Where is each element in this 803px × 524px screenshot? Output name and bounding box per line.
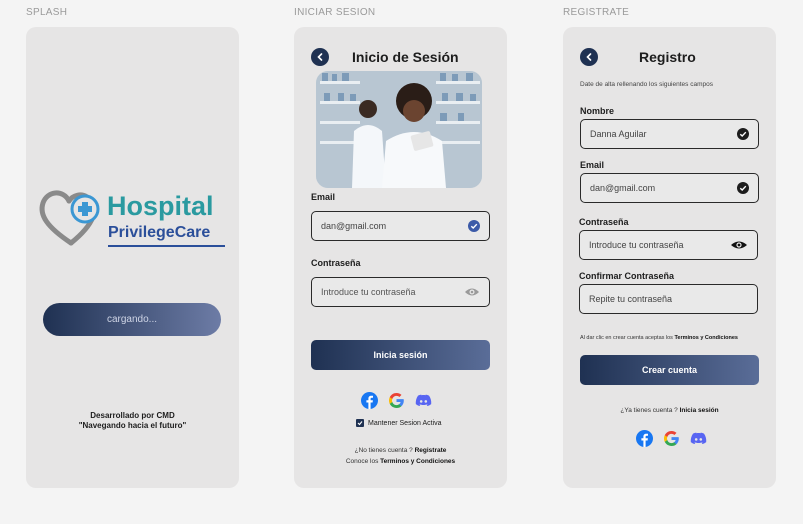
register-frame-label: REGISTRATE	[563, 7, 630, 18]
password-label: Contraseña	[579, 217, 629, 227]
credits-line1: Desarrollado por CMD	[90, 411, 175, 420]
register-terms-link[interactable]: Terminos y Condiciones	[674, 335, 737, 341]
no-account-row: ¿No tienes cuenta ? Registrate	[294, 447, 507, 454]
check-circle-icon	[737, 182, 749, 194]
login-title: Inicio de Sesión	[352, 49, 459, 65]
loading-bar: cargando...	[43, 303, 221, 336]
social-login-row	[361, 392, 432, 409]
terms-row: Conoce los Terminos y Condiciones	[294, 458, 507, 465]
login-link[interactable]: Inicia sesión	[680, 407, 719, 414]
password-placeholder: Introduce tu contraseña	[589, 240, 684, 250]
hospital-logo: Hospital PrivilegeCare	[37, 187, 227, 251]
facebook-icon[interactable]	[361, 392, 378, 409]
name-value: Danna Aguilar	[590, 129, 647, 139]
back-button[interactable]	[580, 48, 598, 66]
register-link[interactable]: Registrate	[415, 447, 447, 454]
have-account-text: ¿Ya tienes cuenta ?	[620, 407, 678, 414]
remember-checkbox[interactable]	[356, 419, 364, 427]
social-register-row	[636, 430, 707, 447]
register-screen: Registro Date de alta rellenando los sig…	[563, 27, 776, 488]
credits: Desarrollado por CMD "Navegando hacia el…	[26, 411, 239, 431]
email-field[interactable]: dan@gmail.com	[580, 173, 759, 203]
discord-icon[interactable]	[690, 430, 707, 447]
register-terms-row: Al dar clic en crear cuenta aceptas los …	[580, 335, 738, 341]
email-value: dan@gmail.com	[590, 183, 656, 193]
back-button[interactable]	[311, 48, 329, 66]
password-placeholder: Introduce tu contraseña	[321, 287, 416, 297]
logo-privilegecare-text: PrivilegeCare	[108, 224, 211, 241]
email-value: dan@gmail.com	[321, 221, 387, 231]
terms-link[interactable]: Terminos y Condiciones	[380, 458, 455, 465]
google-icon[interactable]	[663, 430, 680, 447]
heart-cross-icon	[39, 190, 100, 246]
confirm-password-label: Confirmar Contraseña	[579, 271, 675, 281]
name-label: Nombre	[580, 106, 615, 116]
register-title: Registro	[639, 49, 696, 65]
chevron-left-icon	[586, 53, 592, 61]
eye-icon[interactable]	[730, 240, 748, 250]
confirm-password-placeholder: Repite tu contraseña	[589, 294, 673, 304]
pharmacy-photo	[316, 71, 482, 188]
splash-frame-label: SPLASH	[26, 7, 68, 18]
no-account-text: ¿No tienes cuenta ?	[354, 447, 413, 454]
chevron-left-icon	[317, 53, 323, 61]
logo-underline	[108, 245, 225, 247]
check-icon	[357, 421, 363, 426]
have-account-row: ¿Ya tienes cuenta ? Inicia sesión	[563, 407, 776, 414]
email-label: Email	[580, 160, 605, 170]
password-field[interactable]: Introduce tu contraseña	[579, 230, 758, 260]
logo-hospital-text: Hospital	[107, 191, 214, 221]
terms-prefix: Conoce los	[345, 458, 379, 465]
login-frame-label: INICIAR SESION	[294, 7, 376, 18]
login-button[interactable]: Inicia sesión	[311, 340, 490, 370]
password-field[interactable]: Introduce tu contraseña	[311, 277, 490, 307]
credits-line2: "Navegando hacia el futuro"	[78, 421, 187, 430]
name-field[interactable]: Danna Aguilar	[580, 119, 759, 149]
email-label: Email	[311, 192, 336, 202]
check-circle-icon	[737, 128, 749, 140]
confirm-password-field[interactable]: Repite tu contraseña	[579, 284, 758, 314]
splash-screen: Hospital PrivilegeCare cargando... Desar…	[26, 27, 239, 488]
eye-icon[interactable]	[464, 287, 480, 297]
register-subtitle: Date de alta rellenando los siguientes c…	[580, 81, 713, 88]
discord-icon[interactable]	[415, 392, 432, 409]
remember-row[interactable]: Mantener Sesion Activa	[356, 419, 442, 427]
check-circle-icon	[468, 220, 480, 232]
register-terms-prefix: Al dar clic en crear cuenta aceptas los	[580, 335, 673, 341]
google-icon[interactable]	[388, 392, 405, 409]
login-screen: Inicio de Sesión Email dan@gmail.com Con…	[294, 27, 507, 488]
create-account-button[interactable]: Crear cuenta	[580, 355, 759, 385]
facebook-icon[interactable]	[636, 430, 653, 447]
remember-label: Mantener Sesion Activa	[368, 419, 442, 427]
password-label: Contraseña	[311, 258, 361, 268]
email-field[interactable]: dan@gmail.com	[311, 211, 490, 241]
